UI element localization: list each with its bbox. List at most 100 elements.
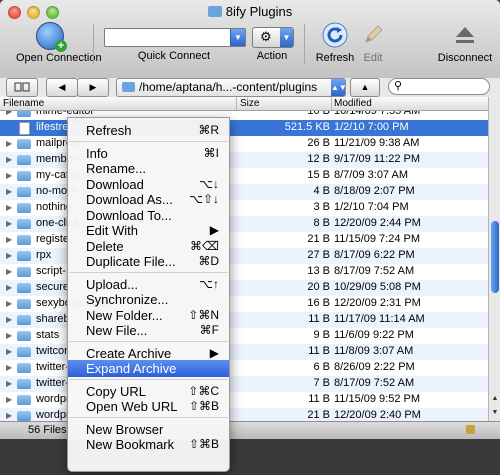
edit-button[interactable]: Edit	[360, 22, 386, 64]
disclosure-triangle-icon[interactable]: ▶	[6, 187, 12, 196]
forward-button[interactable]: ▶	[77, 78, 109, 97]
folder-icon	[17, 331, 31, 341]
menu-item-download-as[interactable]: Download As... ⌥⇧↓	[68, 191, 229, 208]
menu-item-shortcut: ⌘D	[198, 254, 219, 268]
column-divider[interactable]	[331, 97, 332, 110]
menu-item-new-browser[interactable]: New Browser	[68, 421, 229, 438]
eject-icon	[456, 27, 474, 43]
disclosure-triangle-icon[interactable]: ▶	[6, 251, 12, 260]
file-size: 21 B	[307, 409, 330, 421]
scrollbar-thumb[interactable]	[491, 221, 499, 293]
disclosure-triangle-icon[interactable]: ▶	[6, 347, 12, 356]
path-dropdown[interactable]: /home/aptana/h...-content/plugins ▲▼	[116, 78, 347, 97]
action-label: Action	[256, 50, 288, 62]
disclosure-triangle-icon[interactable]: ▶	[6, 299, 12, 308]
disclosure-triangle-icon[interactable]: ▶	[6, 171, 12, 180]
open-connection-button[interactable]: + Open Connection	[16, 22, 102, 64]
file-modified: 8/18/09 2:07 PM	[334, 185, 415, 197]
folder-icon	[17, 155, 31, 165]
filename-column-header[interactable]: Filename	[3, 97, 44, 110]
file-size: 10 B	[307, 111, 330, 117]
context-menu: Refresh ⌘R Info ⌘I Rename... Download ⌥↓ Downlo…	[67, 117, 230, 472]
refresh-button[interactable]: Refresh	[316, 22, 354, 64]
menu-item-info[interactable]: Info ⌘I	[68, 145, 229, 162]
file-size: 13 B	[307, 265, 330, 277]
disclosure-triangle-icon[interactable]: ▶	[6, 315, 12, 324]
scroll-down-icon[interactable]: ▼	[489, 407, 500, 419]
file-modified: 11/21/09 9:38 AM	[334, 137, 420, 149]
menu-item-rename[interactable]: Rename...	[68, 160, 229, 177]
scroll-up-icon[interactable]: ▲	[489, 393, 500, 405]
menu-item-shortcut: ⇧⌘B	[188, 437, 219, 451]
menu-item-download-to[interactable]: Download To...	[68, 207, 229, 224]
menu-item-delete[interactable]: Delete ⌘⌫	[68, 238, 229, 255]
menu-item-duplicate-file[interactable]: Duplicate File... ⌘D	[68, 253, 229, 270]
menu-item-copy-url[interactable]: Copy URL ⇧⌘C	[68, 383, 229, 400]
folder-icon	[17, 347, 31, 357]
up-arrow-icon: ▲	[360, 82, 370, 92]
menu-item-label: Download As...	[86, 192, 173, 207]
modified-column-header[interactable]: Modified	[334, 97, 372, 110]
disclosure-triangle-icon[interactable]: ▶	[6, 379, 12, 388]
menu-item-label: Upload...	[86, 276, 139, 292]
chevron-down-icon: ▼	[280, 28, 293, 47]
chevron-down-icon[interactable]: ▼	[230, 29, 245, 46]
menu-item-open-web-url[interactable]: Open Web URL ⇧⌘B	[68, 398, 229, 415]
quick-connect-field[interactable]: ▼	[104, 28, 246, 47]
menu-item-label: Rename...	[86, 161, 146, 176]
vertical-scrollbar[interactable]: ▲ ▼	[488, 97, 500, 421]
folder-icon	[17, 171, 31, 181]
disclosure-triangle-icon[interactable]: ▶	[6, 363, 12, 372]
menu-item-label: New Folder...	[86, 307, 163, 323]
disconnect-button[interactable]: Disconnect	[438, 22, 492, 64]
file-size: 16 B	[307, 297, 330, 309]
disclosure-triangle-icon[interactable]: ▶	[6, 203, 12, 212]
menu-item-label: Duplicate File...	[86, 254, 176, 269]
file-size: 6 B	[313, 361, 330, 373]
folder-icon	[17, 111, 31, 117]
action-button[interactable]: ⚙ ▼	[252, 27, 294, 48]
menu-item-synchronize[interactable]: Synchronize...	[68, 291, 229, 308]
file-count: 56 Files	[28, 424, 67, 436]
folder-icon	[17, 235, 31, 245]
chevron-down-icon: ▲▼	[331, 79, 347, 96]
file-modified: 9/17/09 11:22 PM	[334, 153, 421, 165]
search-input[interactable]: ⚲	[388, 78, 490, 95]
disclosure-triangle-icon[interactable]: ▶	[6, 395, 12, 404]
menu-item-shortcut: ⇧⌘N	[188, 307, 219, 322]
disclosure-triangle-icon[interactable]: ▶	[6, 155, 12, 164]
menu-item-create-archive[interactable]: Create Archive ▶	[68, 345, 229, 362]
folder-icon	[17, 203, 31, 213]
menu-item-expand-archive[interactable]: Expand Archive	[68, 360, 229, 377]
menu-item-upload[interactable]: Upload... ⌥↑	[68, 276, 229, 293]
forward-arrow-icon: ▶	[89, 82, 97, 92]
disclosure-triangle-icon[interactable]: ▶	[6, 331, 12, 340]
menu-item-new-file[interactable]: New File... ⌘F	[68, 322, 229, 339]
disclosure-triangle-icon[interactable]: ▶	[6, 219, 12, 228]
file-modified: 11/8/09 3:07 AM	[334, 345, 414, 357]
size-column-header[interactable]: Size	[240, 97, 259, 110]
parent-folder-button[interactable]: ▲	[350, 78, 380, 97]
file-size: 11 B	[308, 313, 330, 325]
menu-item-shortcut: ⌥↑	[199, 276, 219, 291]
refresh-icon	[322, 22, 348, 48]
column-divider[interactable]	[236, 97, 237, 110]
file-modified: 12/20/09 2:31 PM	[334, 297, 421, 309]
menu-item-new-bookmark[interactable]: New Bookmark ⇧⌘B	[68, 436, 229, 453]
menu-item-edit-with[interactable]: Edit With ▶	[68, 222, 229, 239]
back-button[interactable]: ◀	[46, 78, 78, 97]
menu-item-new-folder[interactable]: New Folder... ⇧⌘N	[68, 307, 229, 324]
file-modified: 8/26/09 2:22 PM	[334, 361, 415, 373]
disclosure-triangle-icon[interactable]: ▶	[6, 111, 12, 116]
file-size: 27 B	[307, 249, 330, 261]
menu-item-download[interactable]: Download ⌥↓	[68, 176, 229, 193]
disclosure-triangle-icon[interactable]: ▶	[6, 139, 12, 148]
disclosure-triangle-icon[interactable]: ▶	[6, 283, 12, 292]
menu-item-label: Info	[86, 145, 108, 161]
toggle-view-button[interactable]	[6, 78, 38, 97]
menu-item-refresh[interactable]: Refresh ⌘R	[68, 122, 229, 139]
disclosure-triangle-icon[interactable]: ▶	[6, 235, 12, 244]
disclosure-triangle-icon[interactable]: ▶	[6, 267, 12, 276]
disclosure-triangle-icon[interactable]: ▶	[6, 411, 12, 420]
toolbar-divider	[93, 24, 94, 64]
